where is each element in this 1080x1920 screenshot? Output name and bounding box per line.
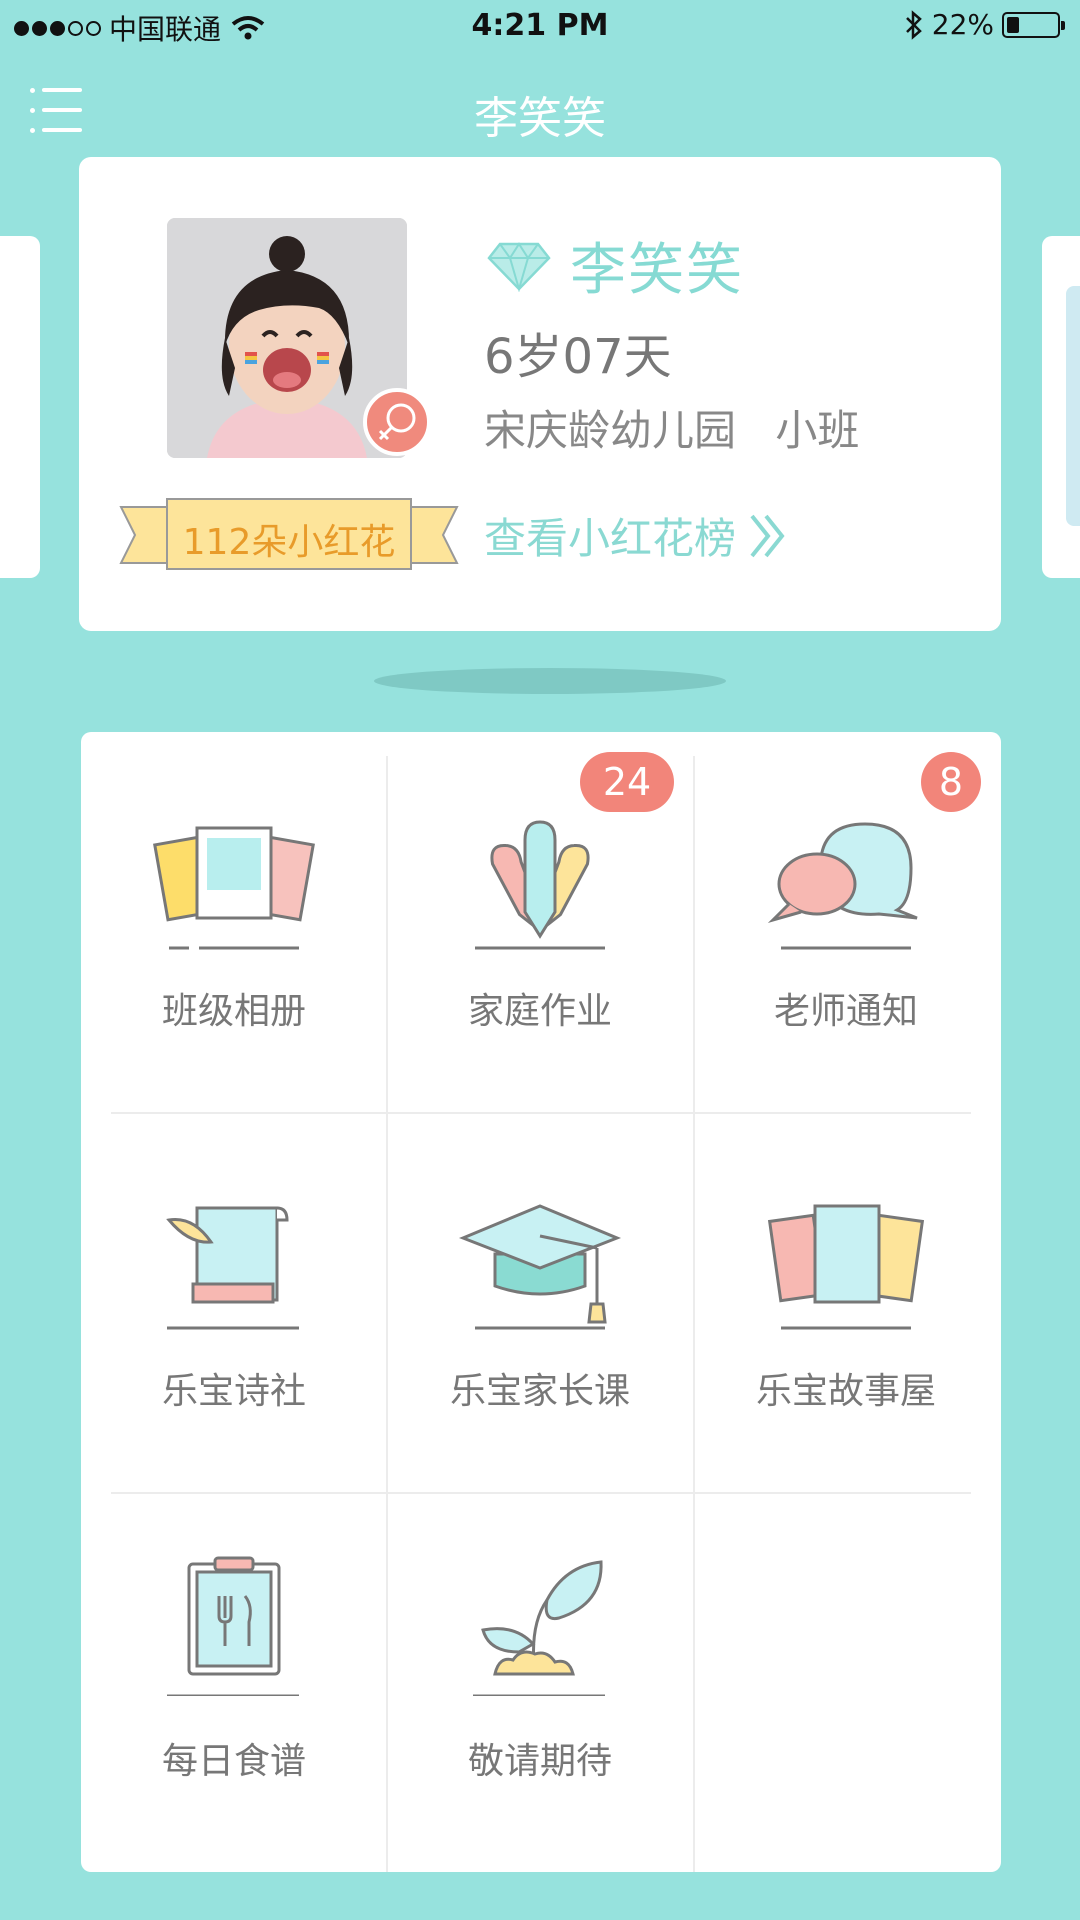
card-shadow [374,668,726,694]
books-icon [767,1204,925,1330]
grid-label: 乐宝故事屋 [755,1371,936,1412]
grid-item-class-album[interactable]: 班级相册 [81,732,387,1112]
grid-label: 老师通知 [773,991,918,1032]
grid-item-poetry-club[interactable]: 乐宝诗社 [81,1112,387,1492]
grid-label: 每日食谱 [161,1741,306,1782]
child-name: 李笑笑 [570,238,744,303]
school-name: 宋庆龄幼儿园 [484,406,737,455]
rank-link-label: 查看小红花榜 [484,514,737,563]
battery-percent: 22% [931,8,994,41]
double-chevron-right-icon [750,514,785,557]
flower-count: 112朵小红花 [182,522,396,563]
bluetooth-icon [905,9,922,40]
view-flower-rank-link[interactable]: 查看小红花榜 [484,505,788,566]
female-icon [363,388,431,456]
name-row: 李笑笑 [486,225,744,306]
status-right: 22% [904,8,1065,41]
diamond-icon [487,241,551,292]
sprout-icon [473,1560,605,1696]
chat-bubbles-icon [767,822,918,950]
scroll-quill-icon [166,1206,299,1330]
pencils-icon [475,820,605,950]
grid-label: 乐宝家长课 [449,1371,630,1412]
grid-item-story-house[interactable]: 乐宝故事屋 [693,1112,999,1492]
profile-card[interactable]: 李笑笑 6岁07天 宋庆龄幼儿园 小班 112朵小红花 查看小红花榜 [79,157,1001,631]
feature-grid: 班级相册 家庭作业 24 老师通知 8 乐宝诗社 乐宝家长课 乐宝故事屋 每日食… [81,732,1001,1872]
prev-child-card[interactable] [0,236,40,578]
next-child-card[interactable] [1042,236,1080,578]
grid-label: 家庭作业 [467,991,612,1032]
grid-label: 班级相册 [161,991,306,1032]
page-title: 李笑笑 [474,93,606,144]
photo-album-icon [153,826,315,950]
clipboard-fork-icon [167,1556,299,1696]
homework-badge: 24 [580,752,674,812]
child-age: 6岁07天 [484,329,672,385]
status-bar: 中国联通 4:21 PM 22% [0,0,1080,52]
class-name: 小班 [775,406,860,455]
grid-item-coming-soon[interactable]: 敬请期待 [387,1492,693,1872]
battery-icon [1002,11,1065,38]
grid-label: 敬请期待 [467,1741,612,1782]
notice-badge: 8 [921,752,981,812]
graduation-cap-icon [458,1204,622,1330]
grid-label: 乐宝诗社 [161,1371,306,1412]
grid-item-daily-menu[interactable]: 每日食谱 [81,1492,387,1872]
grid-item-parent-class[interactable]: 乐宝家长课 [387,1112,693,1492]
school-info: 宋庆龄幼儿园 小班 [484,397,859,458]
